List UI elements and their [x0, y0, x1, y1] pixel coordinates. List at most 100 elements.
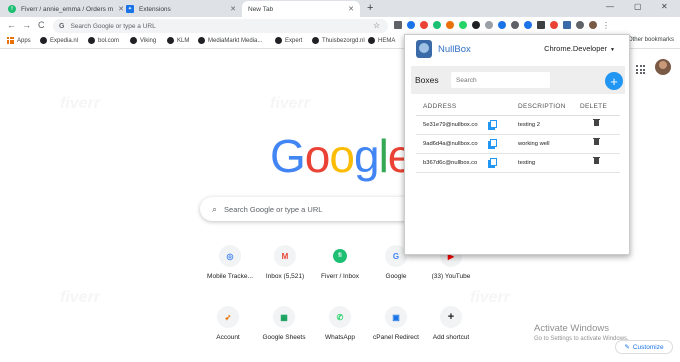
extension-icon[interactable]: [407, 21, 415, 29]
extension-icon[interactable]: [485, 21, 493, 29]
reload-button[interactable]: C: [38, 20, 45, 30]
column-header-address: ADDRESS: [423, 103, 457, 110]
extension-icon[interactable]: [550, 21, 558, 29]
google-icon: G: [59, 22, 65, 30]
copy-icon[interactable]: [488, 139, 497, 149]
trash-icon[interactable]: [593, 137, 600, 145]
extension-icon[interactable]: [472, 21, 480, 29]
maximize-button[interactable]: ▢: [634, 2, 642, 11]
shortcut-label: cPanel Redirect: [373, 334, 419, 341]
logo-letter: g: [353, 130, 380, 182]
shortcut-label: Google Sheets: [262, 334, 306, 341]
address-bar[interactable]: G Search Google or type a URL: [53, 19, 388, 33]
bookmark-star-icon[interactable]: ☆: [373, 21, 380, 30]
extension-icon[interactable]: [446, 21, 454, 29]
globe-icon: [88, 37, 95, 44]
address-bar-placeholder: Search Google or type a URL: [70, 22, 156, 30]
avatar[interactable]: [655, 59, 671, 75]
popup-title: NullBox: [438, 44, 471, 55]
bookmark-item[interactable]: HEMA: [368, 37, 395, 44]
shortcut-label: Mobile Tracke...: [207, 273, 253, 280]
back-button[interactable]: ←: [7, 20, 16, 30]
trash-icon[interactable]: [593, 118, 600, 126]
bookmark-label: Thuisbezorgd.nl: [322, 37, 365, 44]
extension-icon[interactable]: [511, 21, 519, 29]
close-window-button[interactable]: ✕: [661, 2, 668, 11]
boxes-table: ADDRESS DESCRIPTION DELETE 5e31e79@nullb…: [416, 97, 620, 173]
minimize-button[interactable]: —: [606, 2, 614, 11]
bookmark-item[interactable]: Expert: [275, 37, 302, 44]
extension-icon[interactable]: [459, 21, 467, 29]
customize-button[interactable]: ✎ Customize: [615, 340, 673, 354]
apps-grid-icon: [7, 37, 14, 44]
close-tab-icon[interactable]: ✕: [230, 5, 236, 13]
search-placeholder: Search: [456, 76, 477, 84]
extension-icon[interactable]: [394, 21, 402, 29]
toolbar: ← → C G Search Google or type a URL ☆ ⋮: [0, 17, 680, 35]
trash-icon[interactable]: [593, 156, 600, 164]
tab-title: New Tab: [248, 5, 274, 13]
shortcut-label: Google: [385, 273, 407, 280]
bookmark-item[interactable]: Thuisbezorgd.nl: [312, 37, 365, 44]
other-bookmarks[interactable]: Other bookmarks: [628, 37, 674, 43]
search-icon: ⌕: [212, 203, 218, 214]
extension-icon[interactable]: [537, 21, 545, 29]
nullbox-popup: NullBox Chrome.Developer ▼ Boxes Search +…: [404, 34, 630, 255]
shortcut-tile[interactable]: ✆ WhatsApp: [315, 306, 365, 341]
logo-letter: l: [378, 130, 389, 182]
google-logo: Google: [270, 129, 413, 183]
account-dropdown[interactable]: Chrome.Developer ▼: [544, 44, 615, 53]
bookmark-apps[interactable]: Apps: [7, 37, 31, 44]
cpanel-icon: ▣: [385, 306, 407, 328]
bookmark-label: KLM: [177, 37, 190, 44]
google-apps-icon[interactable]: [636, 65, 645, 74]
boxes-toolbar: Boxes Search +: [411, 66, 625, 94]
extension-icon[interactable]: [433, 21, 441, 29]
column-header-delete: DELETE: [580, 103, 608, 110]
tab-title: Fiverr / annie_emma / Orders m: [21, 5, 114, 13]
bookmark-item[interactable]: MediaMarkt Media...: [198, 37, 262, 44]
logo-letter: o: [329, 130, 355, 182]
close-tab-icon[interactable]: ✕: [348, 5, 354, 13]
extension-icon[interactable]: [498, 21, 506, 29]
table-row: 5e31e79@nullbox.co testing 2: [416, 116, 620, 135]
globe-icon: [368, 37, 375, 44]
activate-windows-notice: Activate Windows Go to Settings to activ…: [534, 323, 629, 342]
add-box-button[interactable]: +: [605, 72, 623, 90]
puzzle-icon[interactable]: [576, 21, 584, 29]
extension-icon[interactable]: [420, 21, 428, 29]
bookmark-item[interactable]: Viking: [130, 37, 156, 44]
tab-fiverr[interactable]: f Fiverr / annie_emma / Orders m ✕: [2, 1, 130, 17]
watermark: fiverr: [470, 289, 510, 307]
shortcut-label: Inbox (5,521): [265, 273, 305, 280]
copy-icon[interactable]: [488, 120, 497, 130]
tracker-icon: ◎: [219, 245, 241, 267]
tab-extensions[interactable]: ✦ Extensions ✕: [120, 1, 242, 17]
account-name: Chrome.Developer: [544, 44, 608, 53]
watermark: fiverr: [270, 95, 310, 113]
shortcut-tile[interactable]: ▣ cPanel Redirect: [371, 306, 421, 341]
shortcut-tile[interactable]: ◎ Mobile Tracke...: [205, 245, 255, 280]
forward-button[interactable]: →: [22, 20, 31, 30]
shortcut-label: Add shortcut: [432, 334, 470, 341]
activate-title: Activate Windows: [534, 323, 609, 334]
copy-icon[interactable]: [488, 158, 497, 168]
extension-icon[interactable]: [524, 21, 532, 29]
tab-new-tab[interactable]: New Tab ✕: [242, 1, 360, 17]
shortcut-tile[interactable]: ➶ Account: [203, 306, 253, 341]
globe-icon: [312, 37, 319, 44]
add-shortcut-button[interactable]: + Add shortcut: [426, 306, 476, 341]
nullbox-extension-icon[interactable]: [563, 21, 571, 29]
boxes-search-input[interactable]: Search: [451, 72, 550, 88]
bookmark-item[interactable]: bol.com: [88, 37, 119, 44]
shortcut-label: Fiverr / Inbox: [321, 273, 359, 280]
more-menu-icon[interactable]: ⋮: [602, 21, 610, 30]
logo-letter: G: [270, 130, 306, 182]
shortcut-tile[interactable]: ▦ Google Sheets: [259, 306, 309, 341]
shortcut-tile[interactable]: M Inbox (5,521): [260, 245, 310, 280]
new-tab-button[interactable]: +: [367, 2, 373, 14]
shortcut-tile[interactable]: fi Fiverr / Inbox: [315, 245, 365, 280]
bookmark-item[interactable]: Expedia.nl: [40, 37, 78, 44]
avatar[interactable]: [589, 21, 597, 29]
bookmark-item[interactable]: KLM: [167, 37, 189, 44]
